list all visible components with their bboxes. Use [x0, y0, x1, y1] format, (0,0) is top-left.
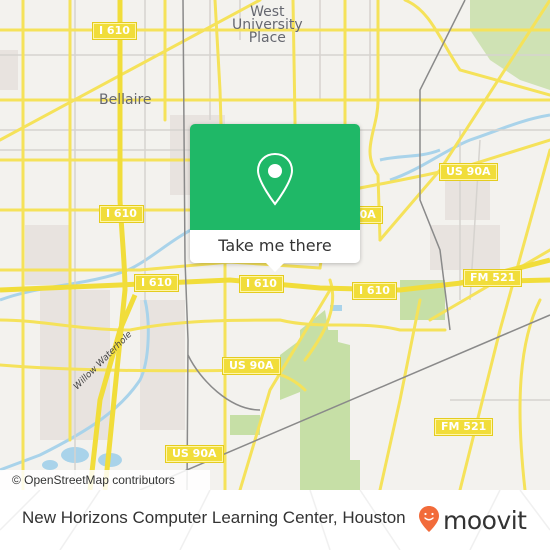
- moovit-logo[interactable]: moovit: [418, 505, 527, 537]
- location-title: New Horizons Computer Learning Center, H…: [22, 508, 406, 527]
- map-attribution[interactable]: © OpenStreetMap contributors: [0, 470, 210, 490]
- road-shield-us90a: US 90A: [165, 445, 224, 463]
- place-label-bellaire: Bellaire: [99, 92, 152, 108]
- take-me-there-button[interactable]: Take me there: [190, 230, 360, 263]
- road-shield-us90a: US 90A: [439, 163, 498, 181]
- road-shield-i610: I 610: [134, 274, 179, 292]
- road-shield-i610: I 610: [352, 282, 397, 300]
- road-shield-fm521: FM 521: [433, 418, 494, 436]
- moovit-wordmark: moovit: [443, 506, 527, 535]
- map-canvas[interactable]: West University Place Bellaire I 610 I 6…: [0, 0, 550, 490]
- road-shield-fm521: FM 521: [462, 269, 523, 287]
- location-popup: Take me there: [190, 124, 360, 272]
- road-shield-i610: I 610: [239, 275, 284, 293]
- moovit-pin-icon: [418, 505, 440, 537]
- place-label-line: Place: [248, 30, 286, 46]
- popup-pointer: [266, 263, 284, 272]
- place-label-west-university-place: West University Place: [232, 5, 303, 46]
- road-shield-i610: I 610: [99, 205, 144, 223]
- place-label-line: Bellaire: [99, 92, 152, 108]
- road-shield-us90a: US 90A: [222, 357, 281, 375]
- road-shield-i610: I 610: [92, 22, 137, 40]
- popup-header: [190, 124, 360, 230]
